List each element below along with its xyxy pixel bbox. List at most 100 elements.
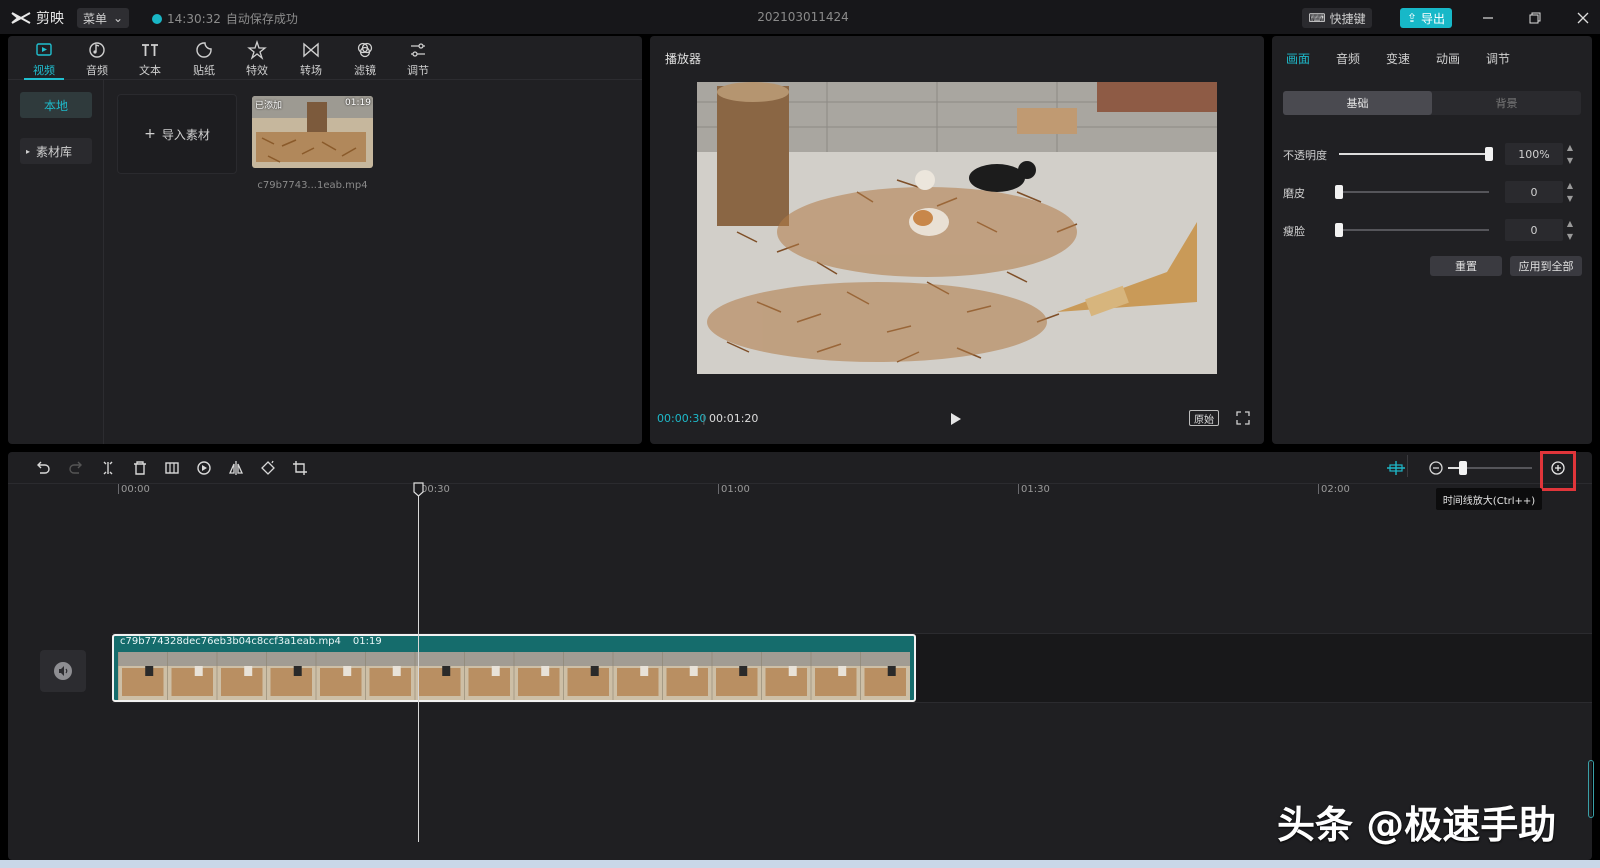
snap-button[interactable]	[1386, 458, 1406, 478]
delete-button[interactable]	[130, 458, 150, 478]
filter-icon	[357, 42, 373, 58]
autosave-check-icon	[152, 13, 162, 24]
export-button[interactable]: ⇪ 导出	[1400, 8, 1452, 28]
filmstrip-frame	[513, 652, 564, 700]
tab-label: 视频	[33, 64, 55, 77]
tab-adjust[interactable]: 调节	[398, 40, 438, 78]
chevron-up-icon[interactable]: ▲	[1567, 181, 1573, 190]
minimize-icon	[1483, 17, 1493, 19]
speaker-icon	[54, 662, 72, 680]
slim-face-value-input[interactable]: 0	[1505, 219, 1563, 241]
shortcut-button[interactable]: ⌨ 快捷键	[1302, 8, 1372, 28]
opacity-label: 不透明度	[1283, 149, 1327, 162]
video-preview[interactable]	[697, 82, 1217, 374]
zoom-out-button[interactable]	[1426, 458, 1446, 478]
zoom-slider-thumb[interactable]	[1459, 461, 1468, 475]
app-logo: 剪映	[10, 8, 64, 28]
autosave-status: 14:30:32 自动保存成功	[152, 10, 298, 27]
tab-effects[interactable]: 特效	[237, 40, 277, 78]
chevron-down-icon[interactable]: ▼	[1567, 156, 1573, 165]
opacity-slider[interactable]	[1339, 153, 1489, 155]
clip-header: c79b774328dec76eb3b04c8ccf3a1eab.mp4 01:…	[120, 636, 382, 647]
filmstrip-frame	[711, 652, 762, 700]
slim-face-slider-thumb[interactable]	[1335, 223, 1343, 237]
menu-button[interactable]: 菜单 ⌄	[77, 8, 129, 28]
redo-icon	[69, 461, 82, 474]
props-tab[interactable]: 画面	[1286, 50, 1310, 67]
tab-video[interactable]: 视频	[24, 40, 64, 78]
sidebar-item-library[interactable]: ▸ 素材库	[20, 138, 92, 164]
filmstrip-frame	[662, 652, 712, 700]
export-label: 导出	[1421, 11, 1446, 26]
smooth-stepper[interactable]: ▲ ▼	[1565, 181, 1575, 203]
chevron-up-icon[interactable]: ▲	[1567, 219, 1573, 228]
ruler-label: 02:00	[1321, 484, 1350, 495]
smooth-label: 磨皮	[1283, 187, 1305, 200]
filmstrip-frame	[464, 652, 514, 700]
props-tab[interactable]: 音频	[1336, 50, 1360, 67]
os-taskbar	[0, 860, 1600, 868]
maximize-button[interactable]	[1525, 8, 1545, 28]
playhead-line[interactable]	[418, 490, 419, 842]
track-mute-button[interactable]	[40, 650, 86, 692]
tab-audio[interactable]: 音频	[77, 40, 117, 78]
text-icon	[142, 44, 158, 56]
slim-face-stepper[interactable]: ▲ ▼	[1565, 219, 1575, 241]
smooth-slider[interactable]	[1339, 191, 1489, 193]
tab-transition[interactable]: 转场	[291, 40, 331, 78]
slim-face-slider[interactable]	[1339, 229, 1489, 231]
tab-filter[interactable]: 滤镜	[345, 40, 385, 78]
import-media-button[interactable]: + 导入素材	[117, 94, 237, 174]
sidebar-item-local[interactable]: 本地	[20, 92, 92, 118]
time-separator: |	[702, 412, 706, 425]
export-icon: ⇪	[1406, 11, 1418, 25]
freeze-frame-button[interactable]	[162, 458, 182, 478]
smooth-value-input[interactable]: 0	[1505, 181, 1563, 203]
opacity-stepper[interactable]: ▲ ▼	[1565, 143, 1575, 165]
media-item-name: c79b7743...1eab.mp4	[257, 180, 368, 191]
plus-icon: +	[144, 126, 156, 142]
chevron-down-icon[interactable]: ▼	[1567, 194, 1573, 203]
undo-button[interactable]	[33, 458, 53, 478]
crop-button[interactable]	[290, 458, 310, 478]
zoom-in-highlight	[1540, 451, 1576, 491]
reverse-button[interactable]	[194, 458, 214, 478]
keyboard-icon: ⌨	[1308, 11, 1326, 25]
split-button[interactable]	[98, 458, 118, 478]
minimize-button[interactable]	[1478, 8, 1498, 28]
chevron-down-icon[interactable]: ▼	[1567, 232, 1573, 241]
chevron-up-icon[interactable]: ▲	[1567, 143, 1573, 152]
opacity-slider-thumb[interactable]	[1485, 147, 1493, 161]
filmstrip-frame	[365, 652, 415, 700]
play-button[interactable]	[950, 412, 962, 426]
vertical-scrollbar[interactable]	[1588, 760, 1594, 818]
rotate-icon	[261, 460, 275, 475]
project-title: 202103011424	[757, 10, 849, 24]
props-tab[interactable]: 调节	[1486, 50, 1510, 67]
rotate-button[interactable]	[258, 458, 278, 478]
tab-text[interactable]: 文本	[130, 40, 170, 78]
mirror-button[interactable]	[226, 458, 246, 478]
props-tab[interactable]: 动画	[1436, 50, 1460, 67]
segment-basic[interactable]: 基础	[1283, 91, 1432, 115]
play-icon	[951, 413, 961, 425]
smooth-slider-thumb[interactable]	[1335, 185, 1343, 199]
props-tab[interactable]: 变速	[1386, 50, 1410, 67]
toolbar-divider	[1407, 455, 1408, 477]
tab-sticker[interactable]: 贴纸	[184, 40, 224, 78]
redo-button[interactable]	[66, 458, 86, 478]
freeze-frame-icon	[165, 462, 179, 474]
audio-icon	[89, 42, 105, 58]
crop-icon	[293, 461, 307, 475]
filmstrip-frame	[612, 652, 663, 700]
apply-all-button[interactable]: 应用到全部	[1510, 256, 1582, 276]
close-window-button[interactable]	[1573, 8, 1593, 28]
ratio-button[interactable]: 原始	[1189, 410, 1219, 426]
capcut-logo-icon	[11, 12, 31, 24]
fullscreen-button[interactable]	[1236, 411, 1250, 425]
playhead-handle[interactable]	[413, 482, 424, 497]
reset-button[interactable]: 重置	[1430, 256, 1502, 276]
segment-background[interactable]: 背景	[1432, 91, 1581, 115]
filmstrip-frame	[810, 652, 861, 700]
opacity-value-input[interactable]: 100%	[1505, 143, 1563, 165]
